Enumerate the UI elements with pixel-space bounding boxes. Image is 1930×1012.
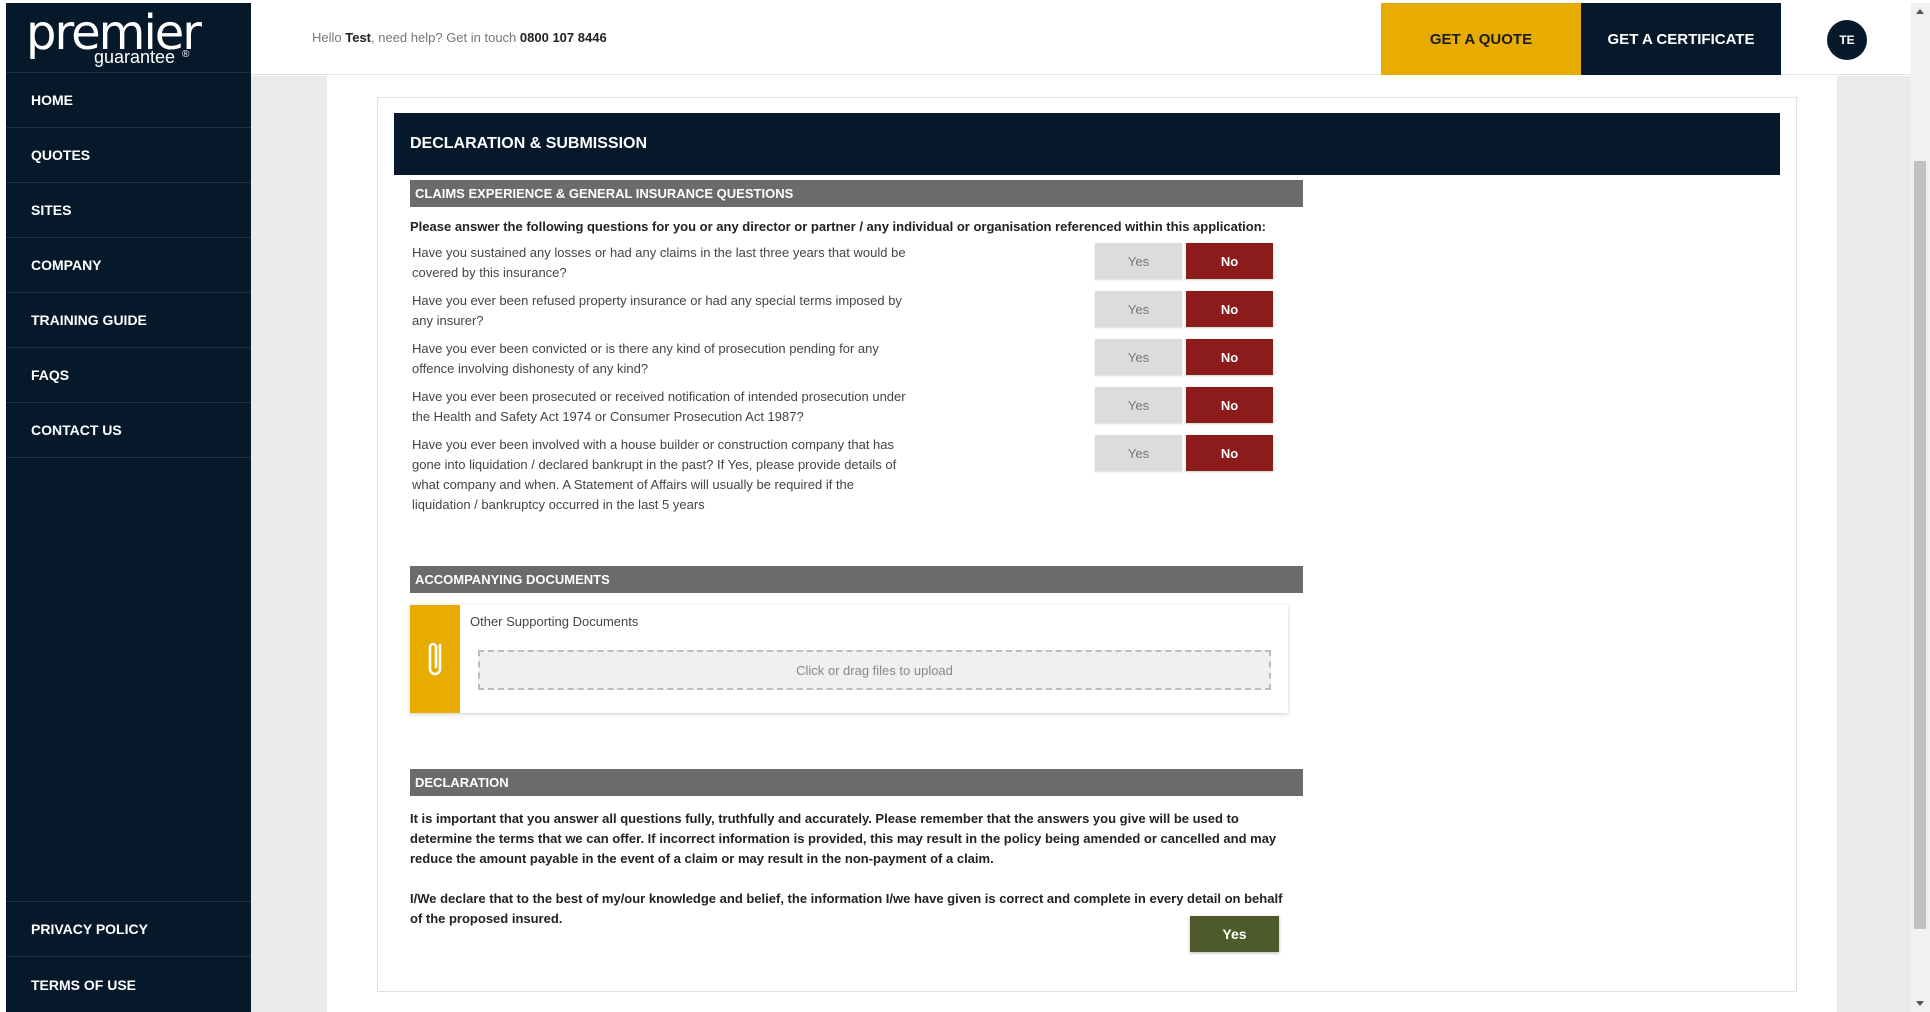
answer-no-button[interactable]: No xyxy=(1186,243,1273,279)
sidebar-item-training-guide[interactable]: TRAINING GUIDE xyxy=(6,293,251,348)
scroll-down-arrow-icon[interactable] xyxy=(1916,1001,1924,1006)
paperclip-icon xyxy=(410,605,460,713)
declaration-card: DECLARATION & SUBMISSION CLAIMS EXPERIEN… xyxy=(377,97,1797,992)
question-text: Have you ever been convicted or is there… xyxy=(412,341,879,376)
get-certificate-button[interactable]: GET A CERTIFICATE xyxy=(1581,3,1781,75)
yes-no-toggle: Yes No xyxy=(1095,435,1273,471)
avatar[interactable]: TE xyxy=(1827,20,1867,60)
page-title: DECLARATION & SUBMISSION xyxy=(394,113,1780,175)
answer-no-button[interactable]: No xyxy=(1186,435,1273,471)
answer-yes-button[interactable]: Yes xyxy=(1095,243,1182,279)
question-text: Have you sustained any losses or had any… xyxy=(412,245,906,280)
page-scrollbar[interactable] xyxy=(1911,3,1930,1012)
yes-no-toggle: Yes No xyxy=(1095,291,1273,327)
question-row: Have you sustained any losses or had any… xyxy=(412,243,1302,283)
sidebar-item-home[interactable]: HOME xyxy=(6,73,251,128)
question-row: Have you ever been refused property insu… xyxy=(412,291,1302,331)
sidebar-item-contact-us[interactable]: CONTACT US xyxy=(6,403,251,458)
paperclip-icon-svg xyxy=(428,642,442,676)
yes-no-toggle: Yes No xyxy=(1095,387,1273,423)
sidebar-item-sites[interactable]: SITES xyxy=(6,183,251,238)
questions-intro: Please answer the following questions fo… xyxy=(410,219,1266,234)
answer-no-button[interactable]: No xyxy=(1186,291,1273,327)
declaration-yes-button[interactable]: Yes xyxy=(1190,916,1279,952)
answer-yes-button[interactable]: Yes xyxy=(1095,387,1182,423)
sidebar-item-quotes[interactable]: QUOTES xyxy=(6,128,251,183)
sidebar-item-faqs[interactable]: FAQS xyxy=(6,348,251,403)
brand-logo[interactable]: premier guarantee ® xyxy=(6,3,251,73)
scroll-up-arrow-icon[interactable] xyxy=(1916,9,1924,14)
answer-yes-button[interactable]: Yes xyxy=(1095,339,1182,375)
question-row: Have you ever been prosecuted or receive… xyxy=(412,387,1302,427)
brand-reg: ® xyxy=(182,49,190,60)
yes-no-toggle: Yes No xyxy=(1095,243,1273,279)
section-documents-header: ACCOMPANYING DOCUMENTS xyxy=(410,566,1303,593)
sidebar-item-terms-of-use[interactable]: TERMS OF USE xyxy=(6,957,251,1012)
question-row: Have you ever been convicted or is there… xyxy=(412,339,1302,379)
content-background: DECLARATION & SUBMISSION CLAIMS EXPERIEN… xyxy=(251,76,1911,1012)
scrollbar-thumb[interactable] xyxy=(1914,161,1926,929)
answer-yes-button[interactable]: Yes xyxy=(1095,435,1182,471)
answer-no-button[interactable]: No xyxy=(1186,387,1273,423)
content-panel: DECLARATION & SUBMISSION CLAIMS EXPERIEN… xyxy=(327,76,1837,1012)
top-header: Hello Test, need help? Get in touch 0800… xyxy=(251,3,1911,75)
sidebar-item-company[interactable]: COMPANY xyxy=(6,238,251,293)
file-drop-zone[interactable]: Click or drag files to upload xyxy=(478,650,1271,690)
question-row: Have you ever been involved with a house… xyxy=(412,435,1302,515)
answer-yes-button[interactable]: Yes xyxy=(1095,291,1182,327)
yes-no-toggle: Yes No xyxy=(1095,339,1273,375)
section-declaration-header: DECLARATION xyxy=(410,769,1303,796)
declaration-confirm-text: I/We declare that to the best of my/our … xyxy=(410,891,1283,926)
upload-card: Other Supporting Documents Click or drag… xyxy=(410,605,1288,713)
brand-sub: guarantee xyxy=(94,47,176,67)
upload-label: Other Supporting Documents xyxy=(470,614,639,629)
sidebar-bottom: PRIVACY POLICY TERMS OF USE xyxy=(6,901,251,1012)
get-quote-button[interactable]: GET A QUOTE xyxy=(1381,3,1581,75)
section-claims-header: CLAIMS EXPERIENCE & GENERAL INSURANCE QU… xyxy=(410,180,1303,207)
greeting-help: , need help? Get in touch xyxy=(371,30,517,45)
question-text: Have you ever been prosecuted or receive… xyxy=(412,389,906,424)
sidebar-item-privacy-policy[interactable]: PRIVACY POLICY xyxy=(6,902,251,957)
greeting-user: Test xyxy=(345,30,372,45)
question-text: Have you ever been refused property insu… xyxy=(412,293,902,328)
declaration-text: It is important that you answer all ques… xyxy=(410,811,1277,866)
question-text: Have you ever been involved with a house… xyxy=(412,437,897,512)
greeting: Hello Test, need help? Get in touch 0800… xyxy=(312,30,607,45)
help-phone[interactable]: 0800 107 8446 xyxy=(520,30,607,45)
sidebar: premier guarantee ® HOME QUOTES SITES CO… xyxy=(6,3,251,1012)
answer-no-button[interactable]: No xyxy=(1186,339,1273,375)
greeting-hello: Hello xyxy=(312,30,342,45)
